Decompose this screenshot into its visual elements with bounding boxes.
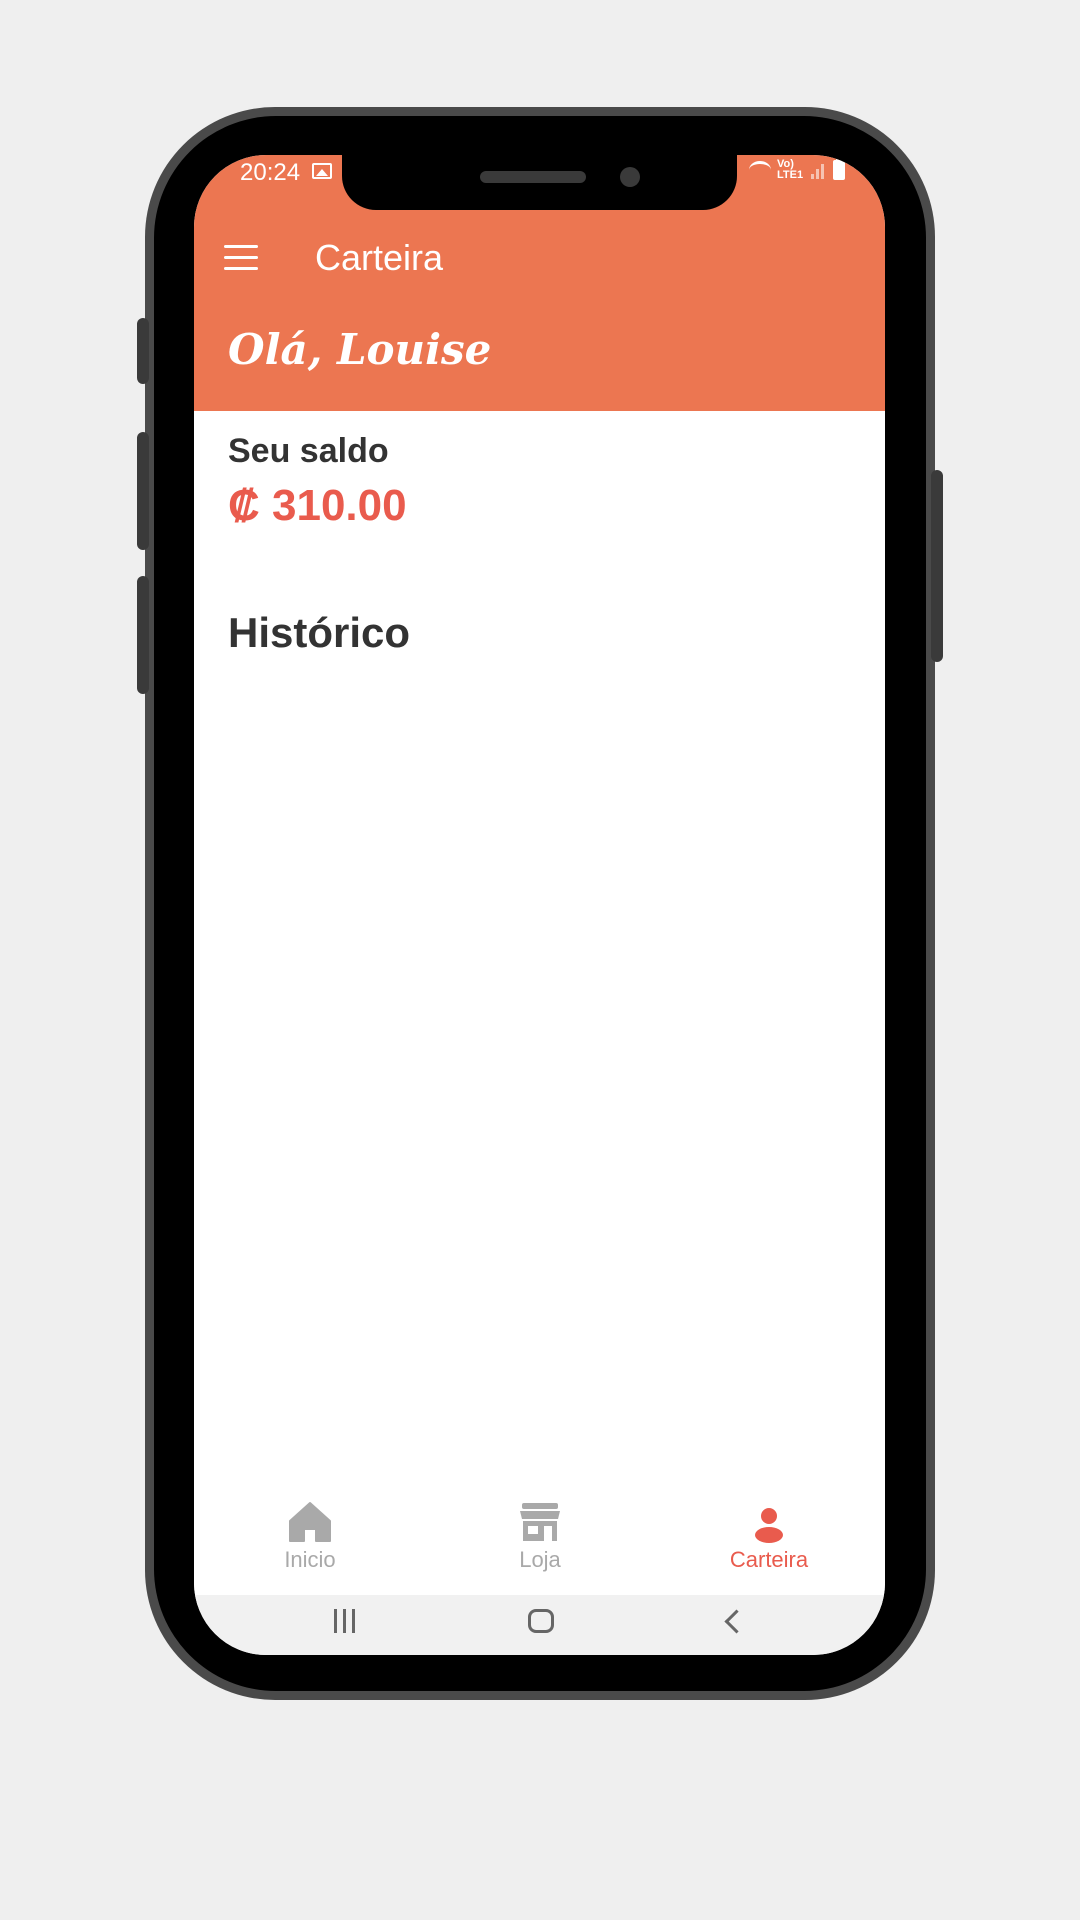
person-icon — [755, 1508, 783, 1543]
signal-icon — [811, 161, 827, 179]
greeting-banner: Olá, Louise — [194, 311, 885, 411]
battery-icon — [833, 157, 845, 180]
app-title: Carteira — [315, 237, 444, 278]
back-button[interactable] — [724, 1609, 749, 1634]
balance-label: Seu saldo — [228, 432, 389, 470]
camera-notch — [342, 155, 737, 210]
recents-button[interactable] — [334, 1609, 355, 1633]
menu-icon[interactable] — [224, 245, 258, 271]
balance-value: ₡ 310.00 — [228, 481, 407, 530]
nav-item-carteira[interactable]: Carteira — [689, 1497, 849, 1573]
speaker-grille — [480, 171, 586, 183]
history-title: Histórico — [228, 609, 411, 656]
home-icon — [289, 1502, 331, 1542]
front-camera — [620, 167, 640, 187]
phone-screen: 20:24 Vo) LTE1 Carteira Olá, Louise Seu … — [194, 155, 885, 1655]
status-time: 20:24 — [240, 159, 301, 186]
greeting-text: Olá, Louise — [228, 325, 492, 374]
bottom-navigation: Inicio Loja Carteira — [194, 1485, 885, 1595]
volume-up-button — [137, 432, 149, 550]
system-home-button[interactable] — [528, 1609, 554, 1633]
status-icons: Vo) LTE1 — [749, 157, 845, 181]
app-bar: Carteira — [194, 215, 885, 311]
store-icon — [520, 1503, 560, 1541]
system-navigation-bar — [194, 1595, 885, 1655]
phone-side-button — [137, 318, 149, 384]
image-notification-icon — [312, 163, 332, 179]
nav-label-carteira: Carteira — [729, 1547, 809, 1572]
network-label: Vo) LTE1 — [777, 158, 804, 181]
nav-label-inicio: Inicio — [284, 1547, 336, 1572]
nav-item-loja[interactable]: Loja — [460, 1497, 620, 1573]
wifi-icon — [749, 161, 771, 179]
nav-item-inicio[interactable]: Inicio — [230, 1497, 390, 1573]
nav-label-loja: Loja — [519, 1547, 561, 1572]
volume-down-button — [137, 576, 149, 694]
power-button — [931, 470, 943, 662]
